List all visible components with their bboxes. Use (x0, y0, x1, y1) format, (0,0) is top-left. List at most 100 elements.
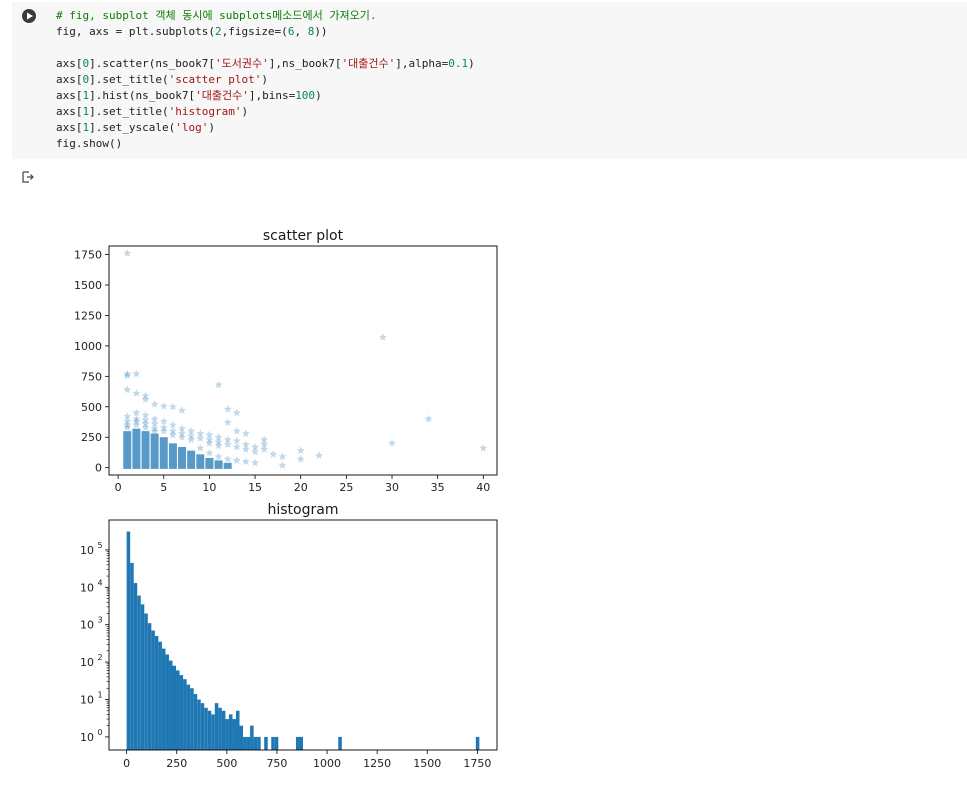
scatter-y-tick-label: 1750 (74, 249, 102, 262)
scatter-point (251, 442, 260, 451)
code-token: axs[ (56, 121, 83, 134)
scatter-point (132, 389, 141, 397)
scatter-point (187, 426, 196, 435)
histogram-bar (140, 604, 145, 750)
scatter-point (178, 433, 186, 441)
output-arrow-icon (22, 171, 34, 183)
scatter-point (132, 414, 141, 423)
code-token: axs[ (56, 105, 83, 118)
scatter-point (168, 402, 177, 411)
histogram-bar (299, 736, 303, 750)
histogram-bar (126, 531, 131, 750)
histogram-x-tick-label: 1250 (363, 757, 391, 770)
histogram-plot-area (126, 531, 480, 750)
scatter-point (141, 423, 150, 431)
scatter-point (251, 458, 260, 467)
scatter-point (168, 430, 177, 439)
scatter-plot-area (123, 249, 488, 469)
histogram-y-tick-exponent: 1 (97, 691, 102, 700)
scatter-point (123, 417, 132, 425)
histogram-bar (137, 595, 141, 750)
histogram-y-tick-label: 10 (80, 544, 94, 557)
scatter-x-tick-label: 40 (476, 481, 490, 494)
histogram-bar (250, 725, 254, 750)
histogram-bar (172, 665, 177, 750)
scatter-point (260, 445, 269, 453)
scatter-point (223, 440, 232, 448)
scatter-y-tick-label: 250 (81, 431, 102, 444)
play-circle-icon (27, 12, 33, 20)
histogram-bar (193, 694, 198, 750)
scatter-density-band (223, 462, 232, 469)
scatter-density-band (141, 431, 150, 469)
scatter-density-band (168, 443, 177, 469)
scatter-point (141, 395, 150, 403)
scatter-point (159, 423, 168, 431)
code-line: axs[0].scatter(ns_book7['도서권수'],ns_book7… (56, 56, 475, 72)
histogram-bar (228, 714, 233, 750)
histogram-bar (211, 714, 215, 750)
histogram-bar (176, 670, 180, 750)
histogram-y-tick-exponent: 0 (97, 728, 102, 737)
scatter-point (205, 439, 214, 447)
scatter-point (269, 450, 278, 458)
scatter-point (232, 442, 241, 451)
code-editor[interactable]: # fig, subplot 객체 동시에 subplots메소드에서 가져오기… (56, 8, 475, 152)
code-line: axs[0].set_title('scatter plot') (56, 72, 475, 88)
code-token: ].hist(ns_book7[ (89, 89, 196, 102)
output-toggle-button[interactable] (21, 169, 35, 183)
scatter-point (223, 405, 232, 413)
histogram-x-tick-label: 1000 (313, 757, 341, 770)
histogram-title: histogram (268, 502, 339, 518)
scatter-x-tick-label: 30 (385, 481, 399, 494)
histogram-bar (186, 684, 191, 750)
scatter-point (223, 435, 232, 444)
code-token: 0.1 (448, 57, 469, 70)
scatter-point (260, 435, 269, 444)
code-token: fig.show() (56, 137, 123, 150)
code-token: axs[ (56, 57, 83, 70)
histogram-bar (197, 699, 201, 750)
histogram-bar (232, 719, 236, 750)
histogram-bar (133, 583, 138, 750)
scatter-point (241, 445, 250, 453)
scatter-point (214, 380, 223, 389)
histogram-bar (271, 736, 275, 750)
scatter-point (141, 411, 150, 419)
histogram-bar (190, 688, 194, 750)
code-token: 100 (295, 89, 316, 102)
histogram-bar (200, 703, 205, 750)
histogram-x-tick-label: 1750 (463, 757, 491, 770)
code-token: ) (315, 89, 322, 102)
scatter-density-band (159, 437, 168, 469)
code-token: fig, axs = plt.subplots( (56, 25, 215, 38)
code-token: ,figsize=( (221, 25, 288, 38)
scatter-point (178, 424, 186, 433)
scatter-point (278, 461, 287, 469)
scatter-point (132, 417, 141, 425)
scatter-point (187, 431, 196, 440)
scatter-point (132, 408, 141, 417)
scatter-x-tick-label: 20 (294, 481, 308, 494)
scatter-point (424, 414, 433, 423)
code-token: # fig, subplot 객체 동시에 subplots메소드에서 가져오기… (56, 9, 377, 22)
scatter-point (150, 424, 159, 433)
histogram-bar (225, 719, 229, 750)
scatter-point (150, 426, 159, 435)
histogram-bar (239, 725, 244, 750)
code-token: 'scatter plot' (168, 73, 262, 86)
histogram-bar (158, 641, 162, 750)
scatter-x-tick-label: 5 (160, 481, 167, 494)
scatter-point (168, 420, 177, 429)
histogram-y-tick-label: 10 (80, 581, 94, 594)
scatter-y-tick-label: 750 (81, 370, 102, 383)
scatter-point (223, 455, 232, 463)
scatter-point (123, 371, 132, 380)
histogram-bar (207, 710, 212, 750)
scatter-x-tick-label: 15 (248, 481, 262, 494)
run-cell-button[interactable] (22, 9, 36, 23)
scatter-point (141, 416, 150, 424)
histogram-bar (264, 736, 268, 750)
histogram-x-tick-label: 750 (266, 757, 287, 770)
